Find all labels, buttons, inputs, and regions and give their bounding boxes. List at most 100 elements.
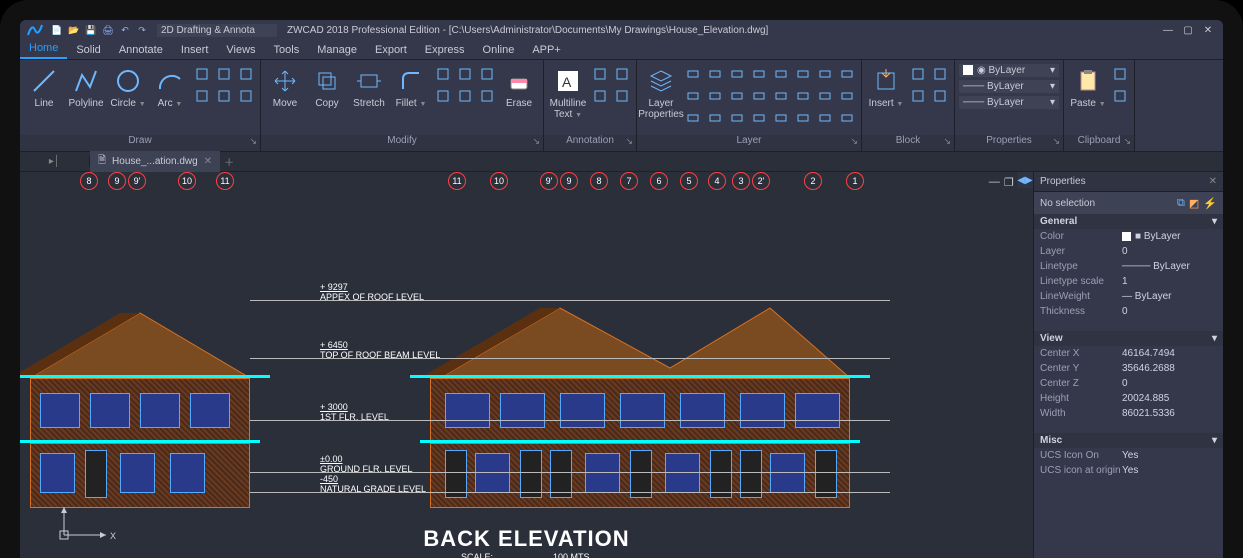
- workspace-selector[interactable]: [157, 24, 277, 37]
- scale-button[interactable]: [477, 64, 497, 84]
- cut-button[interactable]: [1110, 64, 1130, 84]
- layer-state-button[interactable]: [749, 86, 769, 106]
- tab-export[interactable]: Export: [366, 41, 416, 59]
- prop-group-misc[interactable]: Misc▾: [1034, 433, 1223, 448]
- layer-state-button[interactable]: [705, 64, 725, 84]
- arc-button[interactable]: Arc ▼: [150, 64, 190, 111]
- add-tab-button[interactable]: ＋: [224, 154, 234, 169]
- panel-dialog-launcher-icon[interactable]: ↘: [1052, 136, 1060, 147]
- layer-state-button[interactable]: [683, 108, 703, 128]
- linetype-select[interactable]: ─── ByLayer ▾: [959, 80, 1059, 93]
- tab-manage[interactable]: Manage: [308, 41, 366, 59]
- layer-state-button[interactable]: [705, 108, 725, 128]
- prop-row-center-y[interactable]: Center Y35646.2688: [1034, 361, 1223, 376]
- spline-button[interactable]: [192, 86, 212, 106]
- qat-undo-icon[interactable]: ↶: [118, 23, 132, 37]
- prop-row-ucs-icon-on[interactable]: UCS Icon OnYes: [1034, 448, 1223, 463]
- tab-annotate[interactable]: Annotate: [110, 41, 172, 59]
- app-logo-icon[interactable]: [24, 20, 46, 41]
- tab-views[interactable]: Views: [217, 41, 264, 59]
- panel-dialog-launcher-icon[interactable]: ↘: [625, 136, 633, 147]
- layer-state-button[interactable]: [683, 64, 703, 84]
- prop-group-view[interactable]: View▾: [1034, 331, 1223, 346]
- create-button[interactable]: [908, 64, 928, 84]
- vp-restore-icon[interactable]: ❐: [1004, 176, 1014, 189]
- properties-selection[interactable]: No selection: [1040, 198, 1095, 209]
- tab-solid[interactable]: Solid: [67, 41, 109, 59]
- doc-tabs-toggle[interactable]: ▸│: [20, 156, 90, 167]
- layer-state-button[interactable]: [837, 64, 857, 84]
- rect-button[interactable]: [192, 64, 212, 84]
- tab-express[interactable]: Express: [416, 41, 474, 59]
- layer-state-button[interactable]: [815, 86, 835, 106]
- fillet-button[interactable]: Fillet ▼: [391, 64, 431, 111]
- ellipse-button[interactable]: [214, 64, 234, 84]
- panel-splitter-icon[interactable]: ◀▶: [1017, 172, 1033, 188]
- layer-state-button[interactable]: [727, 64, 747, 84]
- prop-row-center-x[interactable]: Center X46164.7494: [1034, 346, 1223, 361]
- layer-state-button[interactable]: [837, 108, 857, 128]
- layer-state-button[interactable]: [815, 108, 835, 128]
- layer-state-button[interactable]: [749, 64, 769, 84]
- trim-button[interactable]: [433, 86, 453, 106]
- layer-state-button[interactable]: [749, 108, 769, 128]
- prop-row-linetype-scale[interactable]: Linetype scale1: [1034, 274, 1223, 289]
- prop-row-lineweight[interactable]: LineWeight— ByLayer: [1034, 289, 1223, 304]
- select-objects-icon[interactable]: ◩: [1189, 197, 1199, 210]
- qat-saveas-icon[interactable]: 🖨: [101, 23, 115, 37]
- line-button[interactable]: Line: [24, 64, 64, 111]
- layer-state-button[interactable]: [793, 86, 813, 106]
- layer-state-button[interactable]: [837, 86, 857, 106]
- layer-color-select[interactable]: ◉ ByLayer ▾: [959, 64, 1059, 77]
- insert-button[interactable]: Insert ▼: [866, 64, 906, 111]
- qat-save-icon[interactable]: 💾: [84, 23, 98, 37]
- layer-state-button[interactable]: [793, 108, 813, 128]
- edit-button[interactable]: [930, 64, 950, 84]
- tab-app+[interactable]: APP+: [523, 41, 569, 59]
- prop-row-linetype[interactable]: Linetype──── ByLayer: [1034, 259, 1223, 274]
- layer-state-button[interactable]: [727, 86, 747, 106]
- panel-dialog-launcher-icon[interactable]: ↘: [850, 136, 858, 147]
- layer-properties-button[interactable]: LayerProperties: [641, 64, 681, 122]
- rev-button[interactable]: [236, 86, 256, 106]
- panel-dialog-launcher-icon[interactable]: ↘: [532, 136, 540, 147]
- attr-button[interactable]: [908, 86, 928, 106]
- doc-close-icon[interactable]: ✕: [204, 156, 212, 167]
- qat-open-icon[interactable]: 📂: [67, 23, 81, 37]
- layer-state-button[interactable]: [771, 86, 791, 106]
- field-button[interactable]: [612, 86, 632, 106]
- close-button[interactable]: ✕: [1199, 25, 1217, 36]
- vp-minimize-icon[interactable]: —: [989, 176, 1000, 189]
- stretch-button[interactable]: Stretch: [349, 64, 389, 111]
- layer-state-button[interactable]: [771, 64, 791, 84]
- polyline-button[interactable]: Polyline: [66, 64, 106, 111]
- panel-dialog-launcher-icon[interactable]: ↘: [249, 136, 257, 147]
- panel-dialog-launcher-icon[interactable]: ↘: [1123, 136, 1131, 147]
- layer-state-button[interactable]: [705, 86, 725, 106]
- quick-select-icon[interactable]: ⚡: [1203, 197, 1217, 210]
- tab-home[interactable]: Home: [20, 39, 67, 59]
- multiline-text-button[interactable]: AMultilineText ▼: [548, 64, 588, 122]
- prop-row-thickness[interactable]: Thickness0: [1034, 304, 1223, 319]
- prop-row-center-z[interactable]: Center Z0: [1034, 376, 1223, 391]
- circle-button[interactable]: Circle ▼: [108, 64, 148, 111]
- tab-tools[interactable]: Tools: [265, 41, 309, 59]
- layer-state-button[interactable]: [727, 108, 747, 128]
- minimize-button[interactable]: —: [1159, 25, 1177, 36]
- layer-state-button[interactable]: [793, 64, 813, 84]
- wblk-button[interactable]: [930, 86, 950, 106]
- tab-online[interactable]: Online: [474, 41, 524, 59]
- prop-row-ucs-icon-at-origin[interactable]: UCS icon at originYes: [1034, 463, 1223, 478]
- move-button[interactable]: Move: [265, 64, 305, 111]
- leader-button[interactable]: [612, 64, 632, 84]
- qat-redo-icon[interactable]: ↷: [135, 23, 149, 37]
- prop-row-height[interactable]: Height20024.885: [1034, 391, 1223, 406]
- properties-close-icon[interactable]: ✕: [1209, 176, 1217, 187]
- qat-new-icon[interactable]: 📄: [50, 23, 64, 37]
- table-button[interactable]: [590, 86, 610, 106]
- rotate-button[interactable]: [433, 64, 453, 84]
- array-button[interactable]: [477, 86, 497, 106]
- layer-state-button[interactable]: [683, 86, 703, 106]
- maximize-button[interactable]: ▢: [1179, 25, 1197, 36]
- prop-row-layer[interactable]: Layer0: [1034, 244, 1223, 259]
